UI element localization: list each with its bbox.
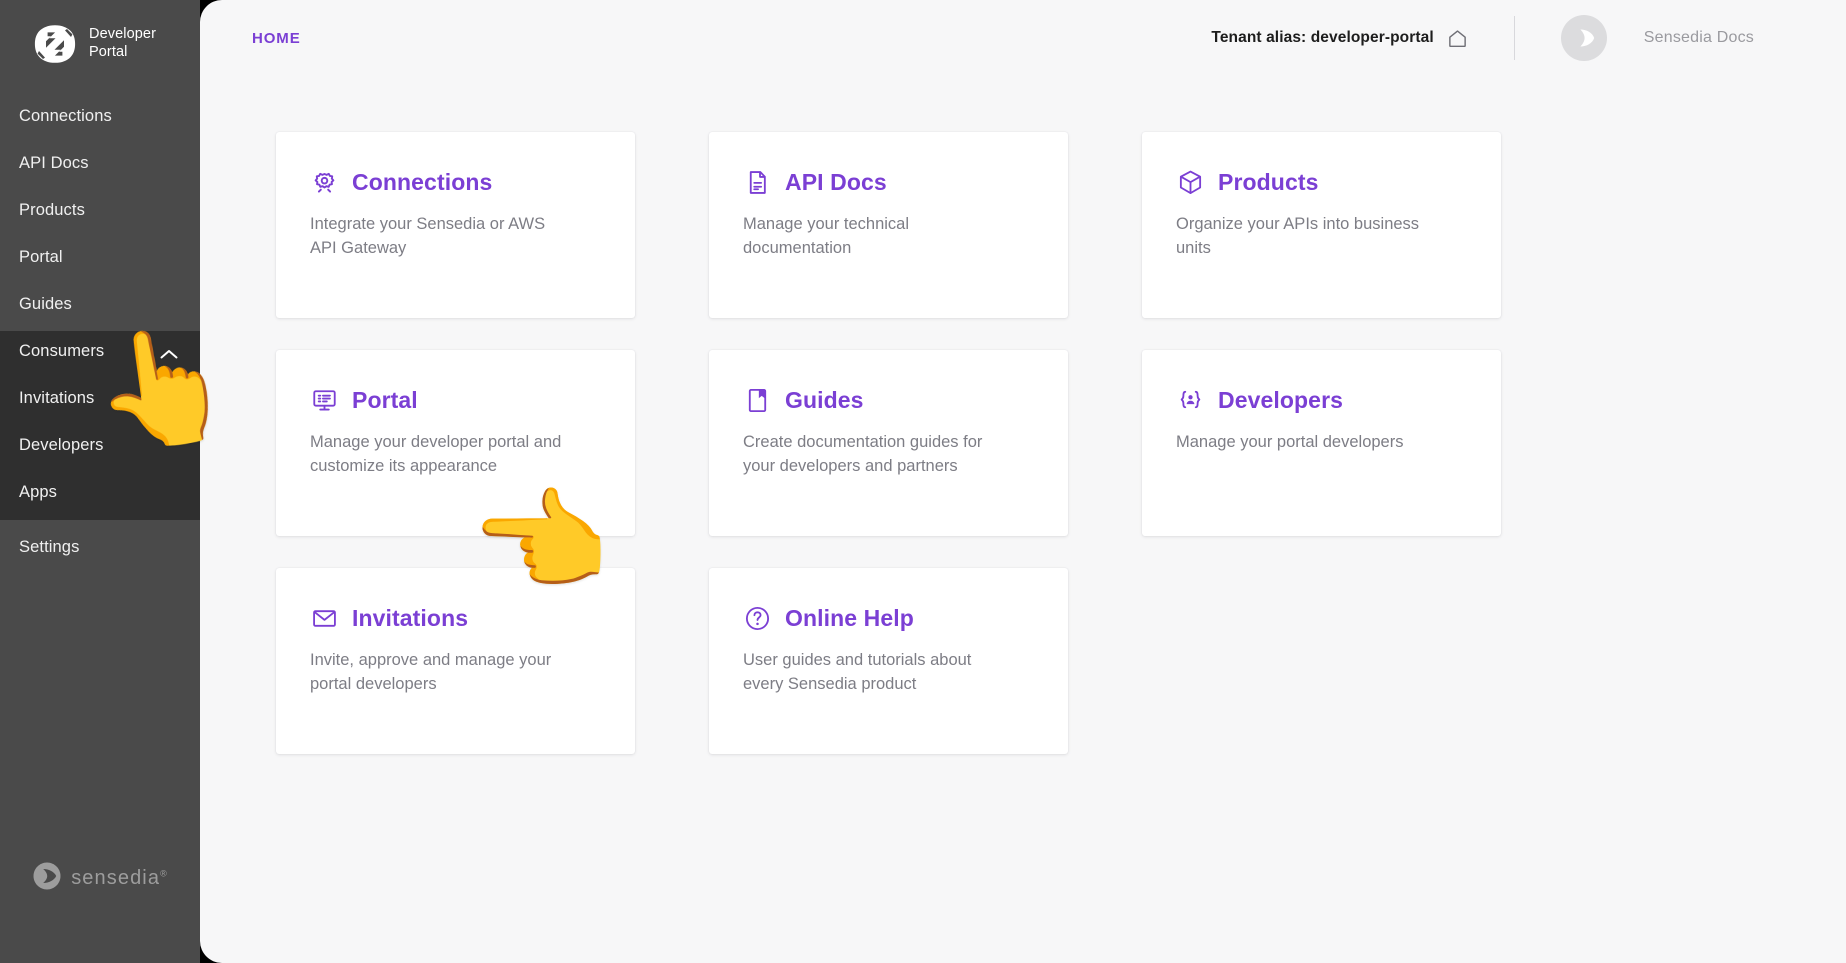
sidebar-item-portal[interactable]: Portal [0,237,200,277]
envelope-icon [310,604,338,632]
card-description: Manage your developer portal and customi… [310,431,575,479]
card-description: User guides and tutorials about every Se… [743,649,1008,697]
sidebar-item-consumers[interactable]: Consumers [0,331,200,371]
monitor-icon [310,386,338,414]
card-developers[interactable]: Developers Manage your portal developers [1142,350,1501,536]
breadcrumb-home[interactable]: HOME [252,30,301,47]
card-description: Invite, approve and manage your portal d… [310,649,575,697]
sensedia-logo: sensedia® [32,861,168,896]
nav-spacer [0,277,200,284]
brand-name: Developer Portal [89,26,156,61]
gear-icon [310,168,338,196]
nav-spacer [0,230,200,237]
card-header: API Docs [743,168,1034,196]
sidebar-item-label: Settings [19,538,79,557]
tenant-alias-label: Tenant alias: developer-portal [1211,29,1433,47]
sidebar-item-label: Consumers [19,342,104,361]
sidebar-item-invitations[interactable]: Invitations [0,378,200,418]
developer-portal-logo-icon [34,23,76,65]
card-description: Integrate your Sensedia or AWS API Gatew… [310,213,575,261]
card-header: Connections [310,168,601,196]
sidebar-nav: Connections API Docs Products Portal Gui… [0,88,200,567]
nav-spacer [0,465,200,472]
topbar-right-group: Tenant alias: developer-portal Sensedia … [1211,15,1754,61]
sidebar-item-connections[interactable]: Connections [0,96,200,136]
card-api-docs[interactable]: API Docs Manage your technical documenta… [709,132,1068,318]
avatar[interactable] [1561,15,1607,61]
card-connections[interactable]: Connections Integrate your Sensedia or A… [276,132,635,318]
sensedia-wordmark: sensedia® [71,867,168,890]
card-guides[interactable]: Guides Create documentation guides for y… [709,350,1068,536]
chevron-up-icon [160,346,178,357]
card-title: Developers [1218,387,1343,414]
sidebar: Developer Portal Connections API Docs Pr… [0,0,200,963]
nav-spacer [0,418,200,425]
main-panel: HOME Tenant alias: developer-portal Sens… [200,0,1846,963]
question-circle-icon [743,604,771,632]
sidebar-item-label: Invitations [19,389,94,408]
card-title: Online Help [785,605,914,632]
nav-spacer [0,520,200,527]
topbar-divider [1514,16,1515,60]
consumers-submenu: Invitations Developers Apps [0,371,200,520]
sidebar-item-apps[interactable]: Apps [0,472,200,512]
sidebar-item-label: Apps [19,483,57,502]
card-header: Online Help [743,604,1034,632]
home-icon[interactable] [1447,28,1468,49]
sidebar-item-products[interactable]: Products [0,190,200,230]
card-online-help[interactable]: Online Help User guides and tutorials ab… [709,568,1068,754]
card-title: Invitations [352,605,468,632]
card-title: Connections [352,169,492,196]
card-description: Manage your technical documentation [743,213,1008,261]
document-icon [743,168,771,196]
card-title: Portal [352,387,418,414]
developer-braces-icon [1176,386,1204,414]
sidebar-item-api-docs[interactable]: API Docs [0,143,200,183]
box-icon [1176,168,1204,196]
card-title: API Docs [785,169,887,196]
sidebar-footer: sensedia® [0,813,200,963]
card-header: Products [1176,168,1467,196]
sidebar-item-label: Connections [19,107,112,126]
card-description: Create documentation guides for your dev… [743,431,1008,479]
card-description: Organize your APIs into business units [1176,213,1441,261]
card-header: Guides [743,386,1034,414]
nav-spacer [0,183,200,190]
sidebar-item-label: Developers [19,436,103,455]
sidebar-item-label: Guides [19,295,72,314]
card-title: Guides [785,387,864,414]
nav-spacer [0,371,200,378]
card-header: Portal [310,386,601,414]
card-header: Developers [1176,386,1467,414]
brand-header[interactable]: Developer Portal [0,0,200,88]
dashboard-card-grid: Connections Integrate your Sensedia or A… [276,132,1536,754]
app-window: Developer Portal Connections API Docs Pr… [0,0,1846,963]
card-header: Invitations [310,604,601,632]
sidebar-filler [0,567,200,813]
nav-spacer [0,136,200,143]
sidebar-item-label: Portal [19,248,63,267]
topbar: HOME Tenant alias: developer-portal Sens… [200,0,1846,76]
card-title: Products [1218,169,1318,196]
nav-spacer [0,324,200,331]
card-invitations[interactable]: Invitations Invite, approve and manage y… [276,568,635,754]
sidebar-item-label: API Docs [19,154,89,173]
sensedia-logo-icon [32,861,62,896]
account-name[interactable]: Sensedia Docs [1644,29,1754,47]
card-products[interactable]: Products Organize your APIs into busines… [1142,132,1501,318]
sidebar-item-developers[interactable]: Developers [0,425,200,465]
sidebar-item-label: Products [19,201,85,220]
book-icon [743,386,771,414]
sidebar-item-guides[interactable]: Guides [0,284,200,324]
card-portal[interactable]: Portal Manage your developer portal and … [276,350,635,536]
card-description: Manage your portal developers [1176,431,1441,455]
sidebar-item-settings[interactable]: Settings [0,527,200,567]
